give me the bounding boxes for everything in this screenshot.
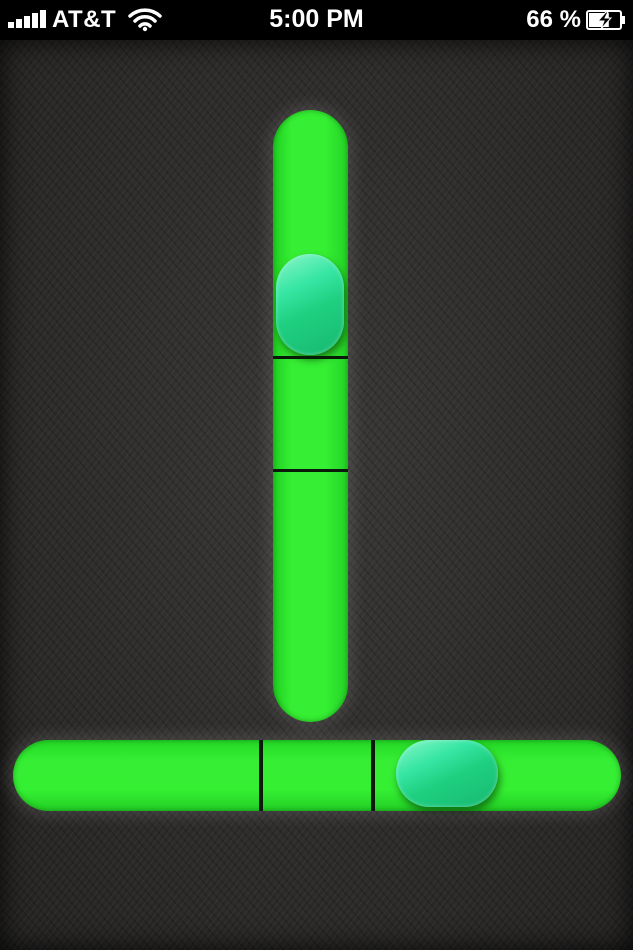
vertical-level-vial [273,110,348,722]
vertical-center-mark-top [273,356,348,359]
carrier-name: AT&T [52,6,117,33]
level-surface [0,40,633,950]
horizontal-center-mark-right [371,740,375,811]
vertical-center-mark-bottom [273,469,348,472]
vertical-level-bubble [276,254,344,356]
status-bar: AT&T 5:00 PM 66 % [0,0,633,40]
horizontal-center-mark-left [259,740,263,811]
battery-percentage: 66 % [526,6,581,33]
wifi-icon [128,8,162,32]
signal-strength-icon [8,10,48,30]
horizontal-level-vial [13,740,621,811]
battery-charging-icon [586,10,625,30]
horizontal-level-bubble [396,740,498,807]
